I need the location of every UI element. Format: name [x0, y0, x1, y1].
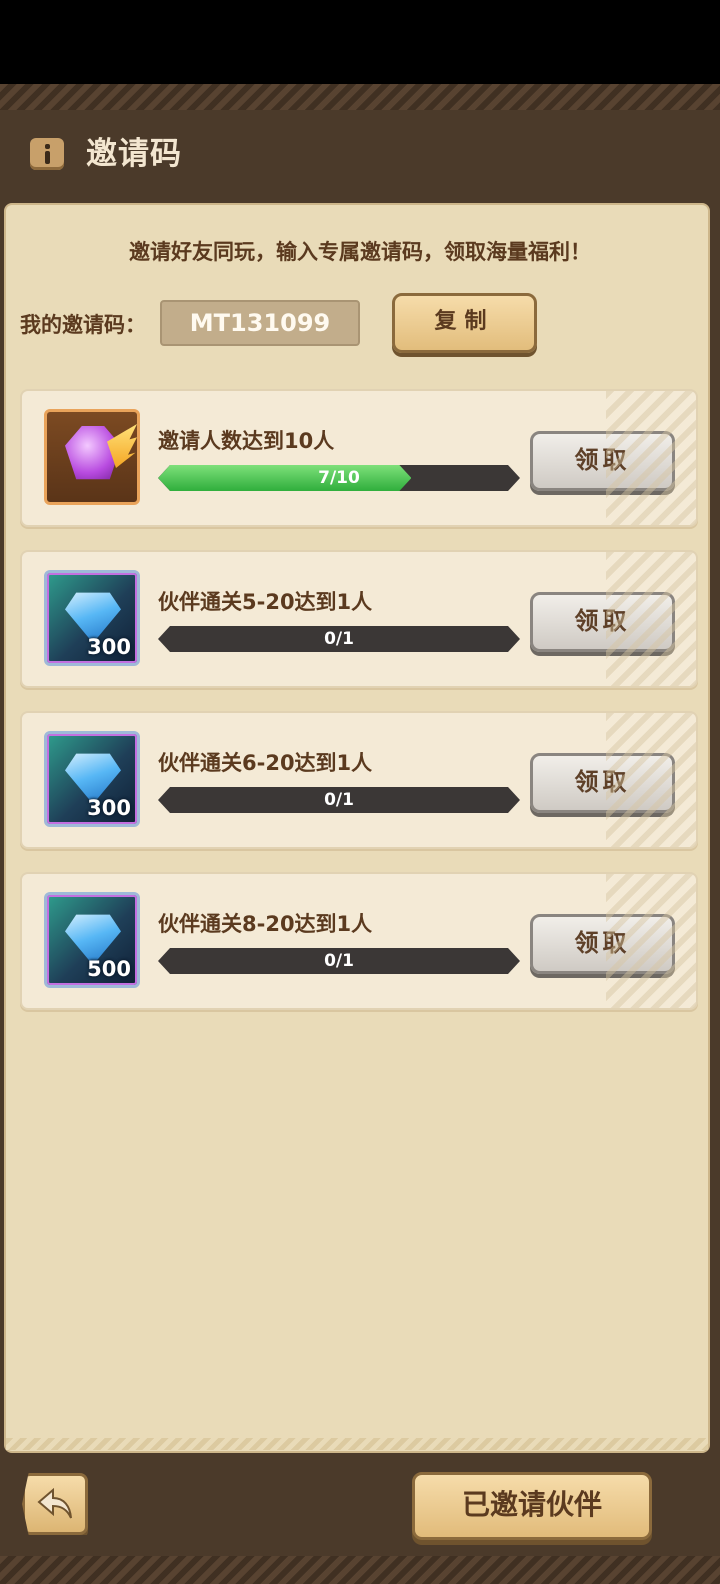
task-card: 300 伙伴通关5-20达到1人 0/1 领取 — [20, 550, 698, 688]
progress-text: 0/1 — [324, 790, 354, 810]
reward-icon: 300 — [44, 731, 140, 827]
progress-bar: 0/1 — [158, 948, 520, 974]
task-title: 伙伴通关5-20达到1人 — [158, 590, 373, 614]
task-title: 伙伴通关8-20达到1人 — [158, 912, 373, 936]
progress-text: 7/10 — [318, 468, 360, 488]
progress-text: 0/1 — [324, 629, 354, 649]
back-arrow-icon — [37, 1487, 72, 1519]
claim-button[interactable]: 领取 — [530, 431, 675, 491]
progress-text: 0/1 — [324, 951, 354, 971]
task-card: 500 伙伴通关8-20达到1人 0/1 领取 — [20, 872, 698, 1010]
reward-icon: 300 — [44, 570, 140, 666]
claim-button[interactable]: 领取 — [530, 753, 675, 813]
task-title: 伙伴通关6-20达到1人 — [158, 751, 373, 775]
task-card: 300 伙伴通关6-20达到1人 0/1 领取 — [20, 711, 698, 849]
reward-icon — [44, 409, 140, 505]
progress-bar: 0/1 — [158, 787, 520, 813]
back-button[interactable] — [22, 1473, 88, 1535]
reward-icon: 500 — [44, 892, 140, 988]
reward-amount: 300 — [87, 635, 131, 659]
reward-amount: 500 — [87, 957, 131, 981]
claim-button[interactable]: 领取 — [530, 592, 675, 652]
claim-button[interactable]: 领取 — [530, 914, 675, 974]
progress-bar: 0/1 — [158, 626, 520, 652]
progress-bar: 7/10 — [158, 465, 520, 491]
task-card: 邀请人数达到10人 7/10 领取 — [20, 389, 698, 527]
task-list: 邀请人数达到10人 7/10 领取 300 伙伴通关5-20达到1人 0/1 领… — [0, 0, 720, 1584]
task-title: 邀请人数达到10人 — [158, 429, 335, 453]
invited-partners-button[interactable]: 已邀请伙伴 — [412, 1472, 652, 1540]
reward-amount: 300 — [87, 796, 131, 820]
bottom-border-pattern — [0, 1556, 720, 1584]
